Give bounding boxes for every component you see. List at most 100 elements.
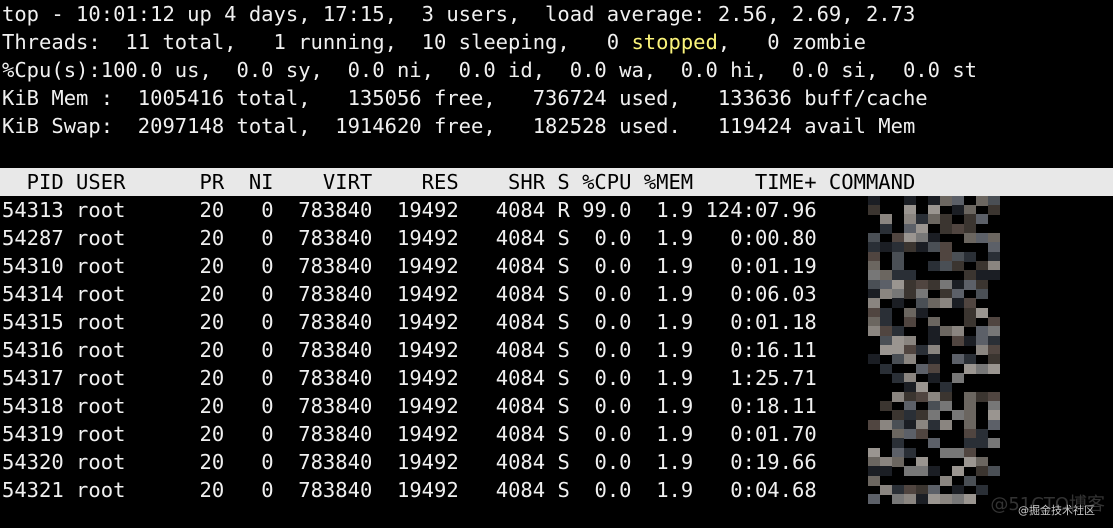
cell-cpu: 0.0 bbox=[569, 338, 632, 362]
cell-shr: 4084 bbox=[458, 254, 546, 278]
redacted-command bbox=[868, 336, 1000, 364]
cell-pid: 54318 bbox=[2, 394, 64, 418]
cell-mem: 1.9 bbox=[631, 422, 694, 446]
cell-user: root bbox=[63, 198, 175, 222]
cell-mem: 1.9 bbox=[631, 254, 694, 278]
cell-mem: 1.9 bbox=[631, 338, 694, 362]
table-header-text: PID USER PR NI VIRT RES SHR S %CPU %MEM … bbox=[2, 170, 916, 194]
cell-shr: 4084 bbox=[458, 310, 546, 334]
table-row: 54314 root 20 0 783840 19492 4084 S 0.0 … bbox=[2, 280, 817, 308]
cell-time: 0:06.03 bbox=[693, 282, 817, 306]
cell-ni: 0 bbox=[224, 254, 274, 278]
cell-time: 0:01.70 bbox=[693, 422, 817, 446]
cell-virt: 783840 bbox=[273, 478, 373, 502]
redacted-command bbox=[868, 448, 1000, 476]
cell-user: root bbox=[63, 254, 175, 278]
cell-pid: 54313 bbox=[2, 198, 64, 222]
cell-pr: 20 bbox=[174, 198, 225, 222]
cell-mem: 1.9 bbox=[631, 478, 694, 502]
redacted-command bbox=[868, 280, 1000, 308]
cell-res: 19492 bbox=[372, 394, 459, 418]
cell-pr: 20 bbox=[174, 422, 225, 446]
cell-ni: 0 bbox=[224, 338, 274, 362]
table-row: 54316 root 20 0 783840 19492 4084 S 0.0 … bbox=[2, 336, 817, 364]
cell-s: S bbox=[545, 310, 570, 334]
stopped-label: stopped bbox=[631, 30, 718, 54]
cell-mem: 1.9 bbox=[631, 226, 694, 250]
cell-virt: 783840 bbox=[273, 226, 373, 250]
cell-user: root bbox=[63, 394, 175, 418]
table-row: 54287 root 20 0 783840 19492 4084 S 0.0 … bbox=[2, 224, 817, 252]
cpu-line: %Cpu(s):100.0 us, 0.0 sy, 0.0 ni, 0.0 id… bbox=[2, 58, 978, 82]
cell-pr: 20 bbox=[174, 366, 225, 390]
cell-pid: 54321 bbox=[2, 478, 64, 502]
cell-time: 124:07.96 bbox=[693, 198, 817, 222]
cell-ni: 0 bbox=[224, 282, 274, 306]
cell-cpu: 0.0 bbox=[569, 450, 632, 474]
cell-pr: 20 bbox=[174, 478, 225, 502]
cell-s: S bbox=[545, 478, 570, 502]
cell-pid: 54319 bbox=[2, 422, 64, 446]
cell-pid: 54320 bbox=[2, 450, 64, 474]
cell-res: 19492 bbox=[372, 198, 459, 222]
table-row: 54321 root 20 0 783840 19492 4084 S 0.0 … bbox=[2, 476, 817, 504]
cell-virt: 783840 bbox=[273, 282, 373, 306]
cell-mem: 1.9 bbox=[631, 394, 694, 418]
cell-ni: 0 bbox=[224, 394, 274, 418]
cell-mem: 1.9 bbox=[631, 282, 694, 306]
cell-ni: 0 bbox=[224, 226, 274, 250]
cell-user: root bbox=[63, 282, 175, 306]
cell-cpu: 0.0 bbox=[569, 478, 632, 502]
cell-user: root bbox=[63, 366, 175, 390]
table-row: 54319 root 20 0 783840 19492 4084 S 0.0 … bbox=[2, 420, 817, 448]
cell-cpu: 0.0 bbox=[569, 254, 632, 278]
cell-res: 19492 bbox=[372, 254, 459, 278]
table-row: 54320 root 20 0 783840 19492 4084 S 0.0 … bbox=[2, 448, 817, 476]
cell-time: 1:25.71 bbox=[693, 366, 817, 390]
cell-virt: 783840 bbox=[273, 422, 373, 446]
cell-shr: 4084 bbox=[458, 394, 546, 418]
cell-cpu: 0.0 bbox=[569, 282, 632, 306]
redacted-command bbox=[868, 392, 1000, 420]
table-header: PID USER PR NI VIRT RES SHR S %CPU %MEM … bbox=[0, 168, 1113, 196]
mem-line: KiB Mem : 1005416 total, 135056 free, 73… bbox=[2, 86, 928, 110]
cell-mem: 1.9 bbox=[631, 198, 694, 222]
top-summary: top - 10:01:12 up 4 days, 17:15, 3 users… bbox=[2, 0, 977, 140]
uptime-line: top - 10:01:12 up 4 days, 17:15, 3 users… bbox=[2, 2, 916, 26]
cell-s: S bbox=[545, 338, 570, 362]
redacted-command bbox=[868, 364, 1000, 392]
cell-mem: 1.9 bbox=[631, 310, 694, 334]
cell-time: 0:19.66 bbox=[693, 450, 817, 474]
cell-s: S bbox=[545, 282, 570, 306]
cell-shr: 4084 bbox=[458, 422, 546, 446]
cell-shr: 4084 bbox=[458, 366, 546, 390]
cell-user: root bbox=[63, 338, 175, 362]
cell-pr: 20 bbox=[174, 310, 225, 334]
cell-mem: 1.9 bbox=[631, 366, 694, 390]
cell-time: 0:00.80 bbox=[693, 226, 817, 250]
cell-pr: 20 bbox=[174, 226, 225, 250]
cell-ni: 0 bbox=[224, 478, 274, 502]
watermark: @掘金技术社区 bbox=[1018, 504, 1095, 517]
cell-user: root bbox=[63, 478, 175, 502]
cell-time: 0:01.19 bbox=[693, 254, 817, 278]
table-row: 54318 root 20 0 783840 19492 4084 S 0.0 … bbox=[2, 392, 817, 420]
cell-virt: 783840 bbox=[273, 254, 373, 278]
cell-virt: 783840 bbox=[273, 198, 373, 222]
cell-s: S bbox=[545, 450, 570, 474]
cell-time: 0:18.11 bbox=[693, 394, 817, 418]
cell-ni: 0 bbox=[224, 198, 274, 222]
cell-pr: 20 bbox=[174, 338, 225, 362]
redacted-command bbox=[868, 308, 1000, 336]
redacted-command bbox=[868, 224, 1000, 252]
cell-s: R bbox=[545, 198, 570, 222]
cell-cpu: 0.0 bbox=[569, 310, 632, 334]
table-row: 54313 root 20 0 783840 19492 4084 R 99.0… bbox=[2, 196, 817, 224]
redacted-command bbox=[868, 476, 1000, 504]
cell-pid: 54310 bbox=[2, 254, 64, 278]
cell-shr: 4084 bbox=[458, 226, 546, 250]
cell-res: 19492 bbox=[372, 338, 459, 362]
redacted-command bbox=[868, 196, 1000, 224]
cell-virt: 783840 bbox=[273, 338, 373, 362]
process-table: 54313 root 20 0 783840 19492 4084 R 99.0… bbox=[2, 196, 817, 504]
